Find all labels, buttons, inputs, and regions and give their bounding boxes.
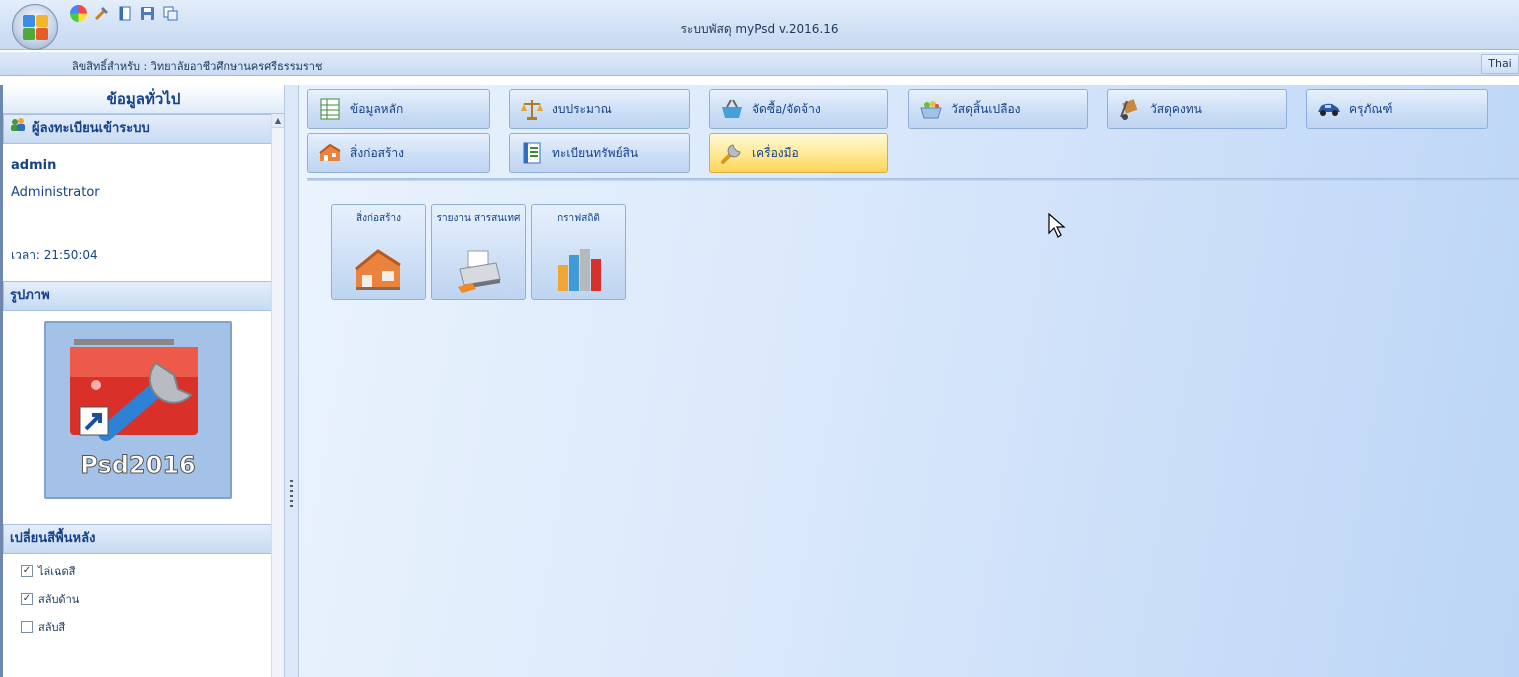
- option-flip-side-label: สลับด้าน: [38, 593, 80, 606]
- tile-info-report[interactable]: รายงาน สารสนเทศ: [431, 204, 526, 300]
- panel-splitter[interactable]: [285, 85, 299, 677]
- menu-tools-label: เครื่องมือ: [752, 145, 799, 160]
- menu-tools[interactable]: เครื่องมือ: [709, 133, 888, 173]
- checkbox-flip-side[interactable]: ✓: [21, 593, 33, 605]
- background-section-header[interactable]: เปลี่ยนสีพื้นหลัง: [3, 524, 275, 554]
- login-section-label: ผู้ลงทะเบียนเข้าระบบ: [32, 121, 150, 136]
- option-swap-color-label: สลับสี: [38, 621, 66, 634]
- menu-durables-label: วัสดุคงทน: [1150, 101, 1202, 116]
- left-panel-content: ผู้ลงทะเบียนเข้าระบบ admin Administrator…: [3, 114, 275, 677]
- menu-equipment-label: ครุภัณฑ์: [1349, 101, 1393, 116]
- psd2016-label: Psd2016: [80, 451, 195, 479]
- window-title: ระบบพัสดุ myPsd v.2016.16: [680, 22, 839, 36]
- bar-chart-icon: [554, 245, 604, 293]
- language-button[interactable]: Thai: [1481, 54, 1519, 74]
- menu-consumables-label: วัสดุสิ้นเปลือง: [951, 101, 1021, 116]
- menu-budget-label: งบประมาณ: [552, 101, 612, 116]
- option-swap-color[interactable]: สลับสี: [21, 618, 257, 636]
- clock-time: เวลา: 21:50:04: [11, 248, 98, 262]
- left-panel: ข้อมูลทั่วไป ผู้ลงทะเบียนเข้าระบบ admin …: [0, 85, 285, 677]
- menu-procurement[interactable]: จัดซื้อ/จัดจ้าง: [709, 89, 888, 129]
- tile-buildings[interactable]: สิ่งก่อสร้าง: [331, 204, 426, 300]
- scroll-up-arrow[interactable]: ▲: [272, 114, 284, 128]
- left-panel-header: ข้อมูลทั่วไป: [3, 85, 284, 114]
- license-bar: ลิขสิทธิ์สำหรับ : วิทยาลัยอาชีวศึกษานครศ…: [0, 52, 1519, 76]
- checkbox-gradient[interactable]: ✓: [21, 565, 33, 577]
- wrench-icon: [720, 141, 744, 165]
- left-panel-scrollbar[interactable]: ▲: [271, 114, 284, 677]
- menu-asset-register[interactable]: ทะเบียนทรัพย์สิน: [509, 133, 690, 173]
- menu-budget[interactable]: งบประมาณ: [509, 89, 690, 129]
- menu-procurement-label: จัดซื้อ/จัดจ้าง: [752, 101, 821, 116]
- user-role: Administrator: [11, 185, 100, 200]
- background-section-label: เปลี่ยนสีพื้นหลัง: [10, 531, 96, 546]
- menu-durables[interactable]: วัสดุคงทน: [1107, 89, 1287, 129]
- building-icon: [318, 141, 342, 165]
- basket-icon: [720, 97, 744, 121]
- menu-asset-register-label: ทะเบียนทรัพย์สิน: [552, 145, 639, 160]
- menu-equipment[interactable]: ครุภัณฑ์: [1306, 89, 1488, 129]
- menu-buildings-label: สิ่งก่อสร้าง: [350, 145, 405, 160]
- printer-icon: [454, 245, 504, 293]
- hand-truck-icon: [1118, 97, 1142, 121]
- menu-buildings[interactable]: สิ่งก่อสร้าง: [307, 133, 490, 173]
- picture-area: Psd2016: [3, 311, 275, 506]
- tile-statistics-chart[interactable]: กราฟสถิติ: [531, 204, 626, 300]
- picture-section-label: รูปภาพ: [10, 288, 50, 303]
- app-menu-orb[interactable]: [12, 4, 58, 50]
- option-flip-side[interactable]: ✓ สลับด้าน: [21, 590, 257, 608]
- picture-section-header[interactable]: รูปภาพ: [3, 281, 275, 311]
- tile-info-report-label: รายงาน สารสนเทศ: [436, 213, 521, 224]
- main-area: ข้อมูลหลัก งบประมาณ จัดซื้อ/จัดจ้าง วัสด…: [299, 85, 1519, 677]
- tile-statistics-chart-label: กราฟสถิติ: [557, 213, 600, 224]
- menu-master-data[interactable]: ข้อมูลหลัก: [307, 89, 490, 129]
- menu-master-data-label: ข้อมูลหลัก: [350, 101, 404, 116]
- background-options: ✓ ไล่เฉดสี ✓ สลับด้าน สลับสี: [3, 554, 275, 654]
- produce-basket-icon: [919, 97, 943, 121]
- title-bar: ระบบพัสดุ myPsd v.2016.16: [0, 0, 1519, 50]
- option-gradient-label: ไล่เฉดสี: [38, 565, 76, 578]
- spreadsheet-icon: [318, 97, 342, 121]
- license-text: ลิขสิทธิ์สำหรับ : วิทยาลัยอาชีวศึกษานครศ…: [72, 60, 323, 73]
- mouse-cursor-icon: [1048, 212, 1068, 241]
- login-section-header[interactable]: ผู้ลงทะเบียนเข้าระบบ: [3, 114, 275, 144]
- menu-consumables[interactable]: วัสดุสิ้นเปลือง: [908, 89, 1088, 129]
- car-icon: [1317, 97, 1341, 121]
- tile-buildings-label: สิ่งก่อสร้าง: [355, 213, 402, 224]
- username: admin: [11, 158, 57, 173]
- menu-divider: [307, 178, 1519, 181]
- scales-icon: [520, 97, 544, 121]
- checkbox-swap-color[interactable]: [21, 621, 33, 633]
- psd2016-shortcut-icon[interactable]: Psd2016: [44, 321, 232, 499]
- splitter-grip[interactable]: [290, 480, 293, 510]
- register-book-icon: [520, 141, 544, 165]
- user-info: admin Administrator เวลา: 21:50:04: [3, 144, 275, 269]
- option-gradient[interactable]: ✓ ไล่เฉดสี: [21, 562, 257, 580]
- users-icon: [10, 115, 26, 143]
- house-icon: [354, 245, 404, 293]
